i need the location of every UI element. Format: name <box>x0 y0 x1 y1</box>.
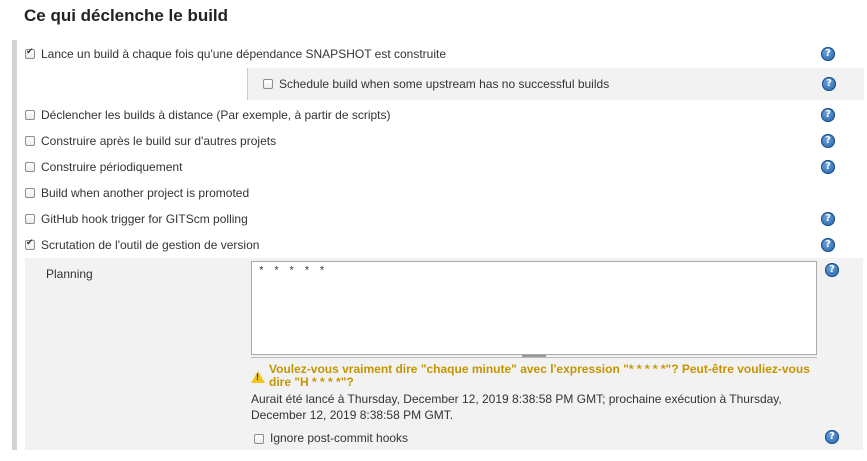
trigger-periodic-checkbox[interactable] <box>25 162 35 172</box>
trigger-periodic-row: Construire périodiquement ? <box>17 154 853 180</box>
trigger-github-label: GitHub hook trigger for GITScm polling <box>41 212 248 226</box>
trigger-github-row: GitHub hook trigger for GITScm polling ? <box>17 206 853 232</box>
cron-warning-line2: dire "H * * * *"? <box>269 375 354 389</box>
trigger-promoted-label: Build when another project is promoted <box>41 186 250 200</box>
schedule-info: Aurait été lancé à Thursday, December 12… <box>251 391 821 423</box>
trigger-promoted-checkbox[interactable] <box>25 188 35 198</box>
section-title: Ce qui déclenche le build <box>24 6 229 25</box>
help-icon[interactable]: ? <box>825 430 839 444</box>
trigger-scm-checkbox[interactable] <box>25 238 35 250</box>
scm-config-panel: Planning ? Voulez-vous vraiment dire "ch… <box>25 258 863 450</box>
trigger-remote-checkbox[interactable] <box>25 110 35 120</box>
schedule-info-line1: Aurait été lancé à Thursday, December 12… <box>251 392 782 406</box>
trigger-after-other-checkbox[interactable] <box>25 136 35 146</box>
help-icon[interactable]: ? <box>822 77 836 91</box>
upstream-option-row: Schedule build when some upstream has no… <box>247 68 864 100</box>
help-icon[interactable]: ? <box>821 134 835 148</box>
trigger-after-other-row: Construire après le build sur d'autres p… <box>17 128 853 154</box>
trigger-snapshot-checkbox[interactable] <box>25 47 35 59</box>
trigger-periodic-label: Construire périodiquement <box>41 160 183 174</box>
trigger-after-other-label: Construire après le build sur d'autres p… <box>41 134 277 148</box>
divider <box>251 357 817 358</box>
help-icon[interactable]: ? <box>825 263 839 277</box>
upstream-option-checkbox[interactable] <box>263 79 273 89</box>
planning-label: Planning <box>46 267 93 281</box>
trigger-scm-row: Scrutation de l'outil de gestion de vers… <box>17 232 853 258</box>
trigger-snapshot-row: Lance un build à chaque fois qu'une dépe… <box>17 40 853 68</box>
trigger-remote-row: Déclencher les builds à distance (Par ex… <box>17 102 853 128</box>
cron-warning: Voulez-vous vraiment dire "chaque minute… <box>269 363 829 389</box>
ignore-post-commit-checkbox[interactable] <box>254 434 264 444</box>
triggers-panel: Lance un build à chaque fois qu'une dépe… <box>12 40 865 450</box>
trigger-scm-label: Scrutation de l'outil de gestion de vers… <box>41 238 260 252</box>
trigger-snapshot-label: Lance un build à chaque fois qu'une dépe… <box>41 47 447 61</box>
help-icon[interactable]: ? <box>821 160 835 174</box>
trigger-promoted-row: Build when another project is promoted <box>17 180 853 206</box>
ignore-post-commit-label: Ignore post-commit hooks <box>270 431 409 445</box>
help-icon[interactable]: ? <box>821 47 835 61</box>
planning-textarea[interactable] <box>251 261 817 355</box>
help-icon[interactable]: ? <box>821 108 835 122</box>
help-icon[interactable]: ? <box>821 212 835 226</box>
trigger-remote-label: Déclencher les builds à distance (Par ex… <box>41 108 391 122</box>
warning-icon <box>251 371 265 383</box>
trigger-github-checkbox[interactable] <box>25 214 35 224</box>
schedule-info-line2: December 12, 2019 8:38:58 PM GMT. <box>251 408 454 422</box>
help-icon[interactable]: ? <box>821 238 835 252</box>
upstream-option-label: Schedule build when some upstream has no… <box>279 77 610 91</box>
